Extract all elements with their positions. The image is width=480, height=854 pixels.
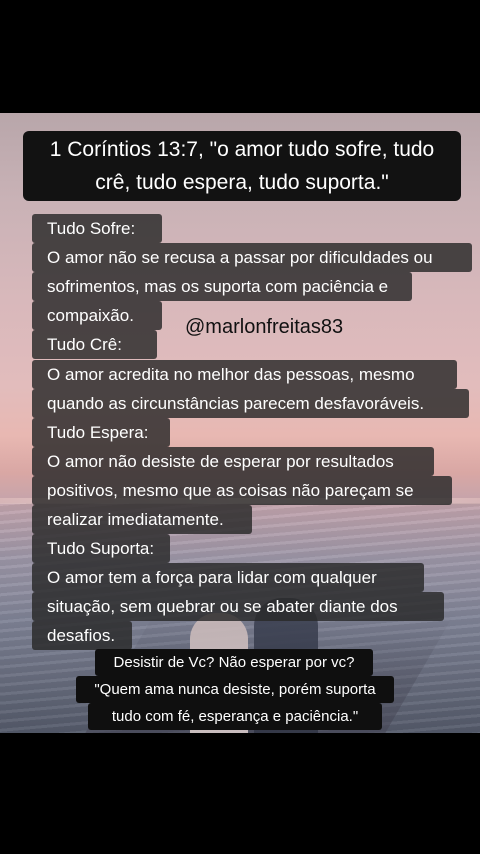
text-line: situação, sem quebrar ou se abater diant… [32,592,444,621]
footer-line: Desistir de Vc? Não esperar por vc? [95,649,373,676]
watermark-handle: @marlonfreitas83 [185,316,344,338]
text-line: O amor acredita no melhor das pessoas, m… [32,360,457,389]
heading-tudo-suporta: Tudo Suporta: [32,534,170,563]
text-line: desafios. [32,621,132,650]
heading-tudo-espera: Tudo Espera: [32,418,170,447]
heading-tudo-sofre: Tudo Sofre: [32,214,162,243]
text-line: quando as circunstâncias parecem desfavo… [32,389,469,418]
verse-title: 1 Coríntios 13:7, "o amor tudo sofre, tu… [23,131,461,201]
footer-line: tudo com fé, esperança e paciência." [88,703,382,730]
text-line: O amor não se recusa a passar por dificu… [32,243,472,272]
heading-tudo-cre: Tudo Crê: [32,330,157,359]
footer-line: "Quem ama nunca desiste, porém suporta [76,676,394,703]
text-line: compaixão. [32,301,162,330]
verse-title-line-2: crê, tudo espera, tudo suporta." [95,171,389,194]
text-line: realizar imediatamente. [32,505,252,534]
text-line: sofrimentos, mas os suporta com paciênci… [32,272,412,301]
text-line: O amor tem a força para lidar com qualqu… [32,563,424,592]
text-line: positivos, mesmo que as coisas não pareç… [32,476,452,505]
text-line: O amor não desiste de esperar por result… [32,447,434,476]
verse-title-line-1: 1 Coríntios 13:7, "o amor tudo sofre, tu… [49,138,435,161]
